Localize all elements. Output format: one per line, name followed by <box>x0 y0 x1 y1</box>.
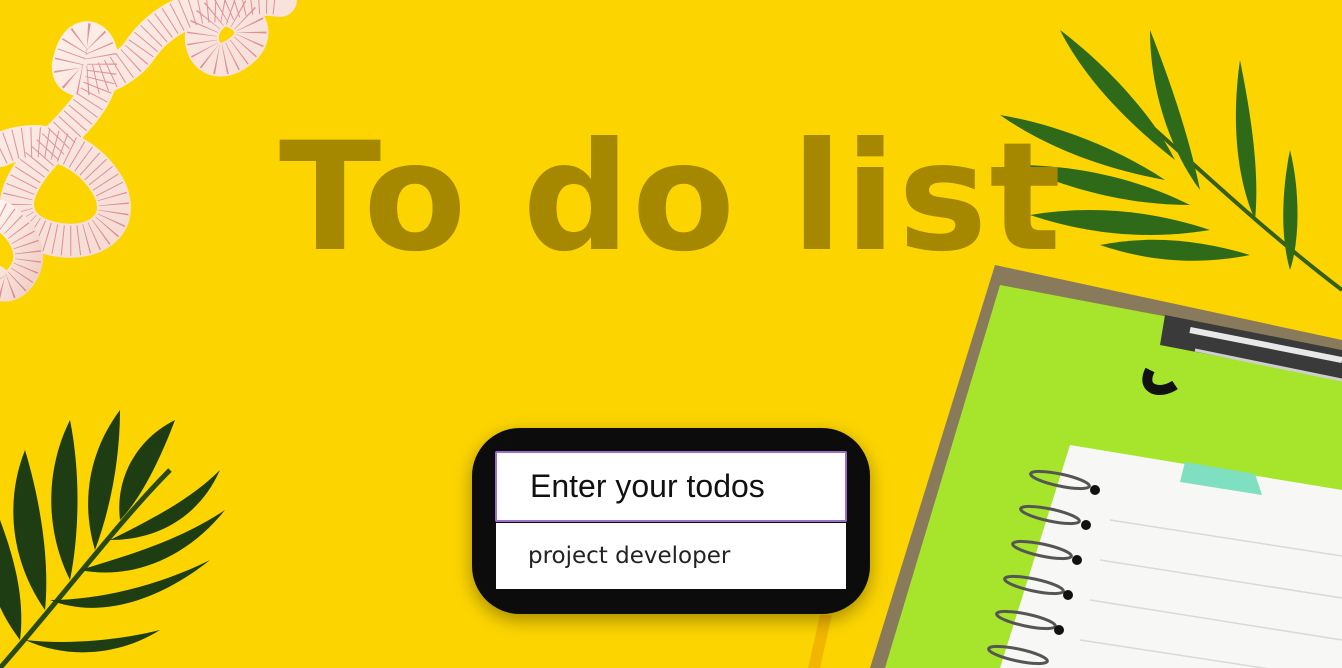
page-title: To do list <box>278 111 1064 285</box>
todo-list: project developer <box>496 523 846 589</box>
todo-card: project developer <box>472 428 870 614</box>
todo-input[interactable] <box>495 451 847 522</box>
palm-leaf-bottom-left-icon <box>0 410 225 668</box>
todo-item-label: project developer <box>528 543 731 569</box>
todo-item[interactable]: project developer <box>496 523 846 589</box>
pencil-icon <box>808 615 832 668</box>
